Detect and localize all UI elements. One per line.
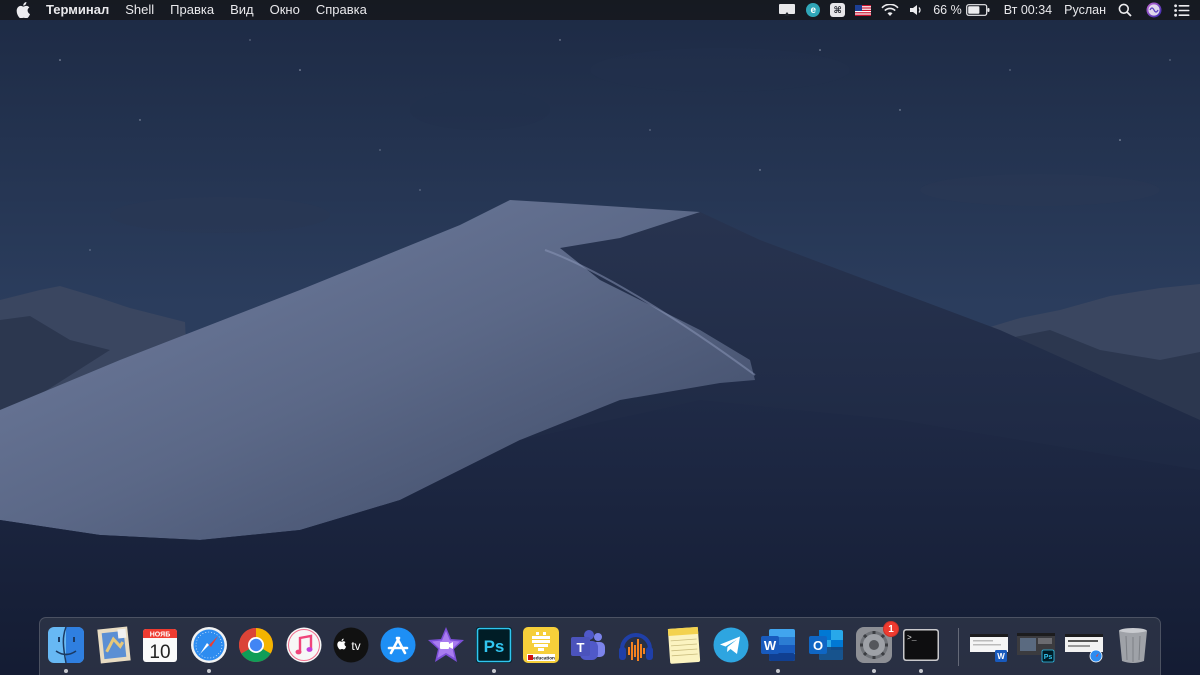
apple-tv-label: tv	[351, 639, 360, 653]
spotlight-search-icon[interactable]	[1118, 3, 1132, 17]
photoshop-label: Ps	[484, 637, 505, 656]
keyboard-shortcut-icon[interactable]: ⌘	[830, 3, 846, 17]
menu-view[interactable]: Вид	[230, 0, 254, 20]
battery-icon[interactable]	[965, 4, 990, 16]
app-store-icon	[380, 627, 416, 663]
photoshop-icon: Ps	[476, 627, 512, 663]
menu-bar: Терминал Shell Правка Вид Окно Справка e…	[0, 0, 1200, 20]
teams-label: T	[577, 640, 585, 655]
wifi-icon[interactable]	[881, 3, 899, 17]
finder-icon	[48, 626, 84, 664]
menu-bar-status: e ⌘ 66 % Вт 00:34 Руслан	[768, 0, 1190, 20]
dock-minimized-safari-window[interactable]	[1064, 625, 1104, 665]
word-label: W	[764, 638, 777, 653]
system-preferences-running-indicator	[872, 669, 876, 673]
dock-terminal[interactable]: >_	[901, 625, 941, 665]
imovie-icon	[428, 627, 464, 662]
dock-separator	[958, 628, 959, 666]
word-icon: W	[761, 629, 795, 661]
itunes-icon	[286, 627, 322, 663]
telegram-icon	[713, 627, 749, 663]
safari-window-thumbnail	[1065, 634, 1103, 663]
notification-badge: 1	[883, 621, 899, 637]
clock[interactable]: Вт 00:34	[1004, 0, 1052, 20]
notes-icon	[667, 626, 701, 664]
terminal-icon: >_	[903, 629, 939, 661]
chrome-icon	[239, 628, 273, 662]
lego-education-icon: education	[523, 627, 559, 663]
dock-audacity[interactable]	[616, 625, 656, 665]
photoshop-running-indicator	[492, 669, 496, 673]
menu-help[interactable]: Справка	[316, 0, 367, 20]
battery-percentage[interactable]: 66 %	[933, 0, 962, 20]
word-window-thumbnail: W	[970, 634, 1008, 662]
dock-lego-education[interactable]: education	[521, 625, 561, 665]
dock-safari[interactable]	[189, 625, 229, 665]
menu-window[interactable]: Окно	[270, 0, 300, 20]
lego-education-label: education	[533, 656, 555, 661]
calendar-day: 10	[149, 642, 170, 663]
dock-notes[interactable]	[663, 625, 703, 665]
dock-word[interactable]: W	[758, 625, 798, 665]
calendar-month: НОЯБ	[150, 632, 170, 639]
safari-running-indicator	[207, 669, 211, 673]
apple-menu-icon[interactable]	[16, 2, 32, 18]
menu-app-name[interactable]: Терминал	[46, 0, 109, 20]
airplay-display-icon[interactable]	[778, 3, 796, 17]
volume-icon[interactable]	[909, 4, 923, 16]
safari-icon	[191, 627, 227, 663]
teams-icon: T	[571, 630, 605, 660]
dock-telegram[interactable]	[711, 625, 751, 665]
dock-trash[interactable]	[1113, 625, 1153, 665]
word-window-badge: W	[997, 652, 1005, 661]
dock-photoshop[interactable]: Ps	[474, 625, 514, 665]
dock-mail[interactable]	[94, 625, 134, 665]
dock-minimized-word-window[interactable]: W	[969, 625, 1009, 665]
outlook-icon: O	[809, 630, 843, 660]
dock-finder[interactable]	[46, 625, 86, 665]
us-flag-input-icon[interactable]	[855, 4, 872, 16]
dock: НОЯБ 10 tv Ps education T W O 1 >_ W Ps	[39, 617, 1161, 675]
audacity-icon	[619, 633, 653, 661]
dock-itunes[interactable]	[284, 625, 324, 665]
word-running-indicator	[776, 669, 780, 673]
mail-icon	[97, 626, 131, 664]
dock-outlook[interactable]: O	[806, 625, 846, 665]
outlook-label: O	[813, 638, 823, 653]
dock-app-store[interactable]	[378, 625, 418, 665]
desktop-wallpaper	[0, 0, 1200, 675]
apple-tv-icon: tv	[333, 627, 369, 663]
menu-shell[interactable]: Shell	[125, 0, 154, 20]
dock-teams[interactable]: T	[568, 625, 608, 665]
e-status-icon[interactable]: e	[806, 3, 821, 17]
photoshop-window-badge: Ps	[1044, 654, 1053, 661]
menu-edit[interactable]: Правка	[170, 0, 214, 20]
trash-icon	[1119, 628, 1147, 663]
dock-imovie[interactable]	[426, 625, 466, 665]
terminal-prompt: >_	[907, 634, 917, 643]
dock-minimized-photoshop-window[interactable]: Ps	[1016, 625, 1056, 665]
dock-chrome[interactable]	[236, 625, 276, 665]
siri-icon[interactable]	[1146, 2, 1162, 18]
notification-center-icon[interactable]	[1174, 3, 1190, 17]
menu-bar-left: Терминал Shell Правка Вид Окно Справка	[16, 0, 383, 20]
dock-system-preferences[interactable]: 1	[854, 621, 899, 665]
finder-running-indicator	[64, 669, 68, 673]
user-name[interactable]: Руслан	[1064, 0, 1106, 20]
dock-apple-tv[interactable]: tv	[331, 625, 371, 665]
photoshop-window-thumbnail: Ps	[1017, 633, 1055, 663]
calendar-icon: НОЯБ 10	[143, 629, 177, 663]
terminal-running-indicator	[919, 669, 923, 673]
dock-calendar[interactable]: НОЯБ 10	[140, 625, 180, 665]
